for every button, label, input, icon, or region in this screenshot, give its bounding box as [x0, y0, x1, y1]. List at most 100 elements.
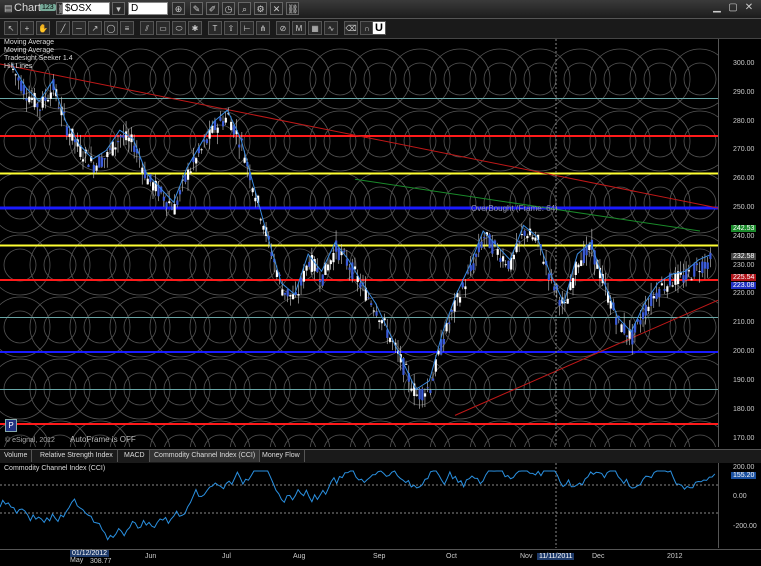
tab-money-flow[interactable]: Money Flow — [258, 450, 305, 462]
circle-tool-icon[interactable]: ◯ — [104, 21, 118, 35]
gann-circle — [644, 434, 676, 447]
gann-circle — [563, 124, 597, 158]
gann-circle — [243, 186, 277, 220]
gann-circle — [669, 110, 718, 172]
overbought-label: OverBought (Frame: 64) — [471, 204, 558, 213]
candle-body — [17, 77, 20, 81]
candle-body — [378, 320, 381, 322]
grid-tool-icon[interactable]: ▦ — [308, 21, 322, 35]
pen-icon[interactable]: ✐ — [206, 2, 219, 15]
price-chart-canvas[interactable] — [0, 39, 718, 447]
hline-tool-icon[interactable]: ─ — [72, 21, 86, 35]
gann-circle — [284, 434, 316, 447]
candle-body — [162, 196, 165, 201]
gann-circle — [603, 62, 637, 96]
fan-tool-icon[interactable]: ⋔ — [256, 21, 270, 35]
cross-icon[interactable]: ✕ — [270, 2, 283, 15]
candle-body — [475, 254, 478, 257]
candle-body — [450, 310, 454, 312]
price-chart[interactable]: P © eSignal, 2012 AutoFrame is OFF OverB… — [0, 39, 718, 447]
maximize-icon[interactable]: ▢ — [728, 2, 738, 14]
candle-body — [38, 109, 42, 111]
candle-body — [426, 387, 429, 389]
gann-circle — [189, 48, 251, 110]
p-button[interactable]: P — [5, 419, 17, 432]
minimize-icon[interactable]: ▁ — [712, 2, 722, 14]
gann-circle — [669, 296, 718, 358]
symbol-menu-icon[interactable]: ▾ — [112, 2, 125, 15]
gann-circle — [403, 248, 437, 282]
candle-body — [504, 264, 507, 266]
candle-body — [302, 270, 305, 282]
crosshair-tool-icon[interactable]: + — [20, 21, 34, 35]
gann-circle — [363, 310, 397, 344]
candle-body — [620, 324, 623, 333]
ray-tool-icon[interactable]: ↗ — [88, 21, 102, 35]
cycle-tool-icon[interactable]: ⊘ — [276, 21, 290, 35]
gann-circle — [429, 48, 491, 110]
gann-circle — [29, 296, 91, 358]
gann-circle — [643, 124, 677, 158]
tab-rsi[interactable]: Relative Strength Index — [36, 450, 118, 462]
interval-menu-icon[interactable]: ⊕ — [172, 2, 185, 15]
candle-body — [380, 320, 384, 324]
interval-input[interactable]: D — [128, 2, 168, 15]
left-month: May — [70, 557, 84, 564]
gann-circle — [563, 62, 597, 96]
candle-body — [87, 164, 90, 168]
gann-circle — [109, 48, 171, 110]
gann-circle — [0, 296, 51, 358]
link-chart-icon[interactable]: ⛓ — [286, 2, 299, 15]
tab-cci[interactable]: Commodity Channel Index (CCI) — [150, 450, 261, 462]
gann-circle — [149, 110, 211, 172]
eraser-tool-icon[interactable]: ⌫ — [344, 21, 358, 35]
settings-icon[interactable]: ⚙ — [254, 2, 267, 15]
wave-tool-icon[interactable]: ∿ — [324, 21, 338, 35]
channel-tool-icon[interactable]: ⫽ — [140, 21, 154, 35]
candle-body — [647, 306, 650, 312]
u-tool-icon[interactable]: U — [372, 21, 386, 35]
text-tool-icon[interactable]: T — [208, 21, 222, 35]
mob-tool-icon[interactable]: M — [292, 21, 306, 35]
gann-circle — [629, 48, 691, 110]
price-axis[interactable]: 300.00 290.00 280.00 270.00 260.00 250.0… — [718, 39, 761, 447]
gann-circle — [309, 48, 371, 110]
ellipse-tool-icon[interactable]: ⬭ — [172, 21, 186, 35]
candle-body — [469, 265, 472, 272]
time-axis[interactable]: 01/12/2012 May 308.77 Jun Jul Aug Sep Oc… — [0, 549, 761, 566]
hand-tool-icon[interactable]: ✋ — [36, 21, 50, 35]
tab-macd[interactable]: MACD — [120, 450, 150, 462]
gann-circle — [43, 186, 77, 220]
pencil-icon[interactable]: ✎ — [190, 2, 203, 15]
gann-circle — [243, 124, 277, 158]
candle-body — [582, 248, 585, 264]
rect-tool-icon[interactable]: ▭ — [156, 21, 170, 35]
gann-circle — [483, 310, 517, 344]
candle-body — [111, 141, 114, 156]
arrow-tool-icon[interactable]: ↖ — [4, 21, 18, 35]
gann-tool-icon[interactable]: ✱ — [188, 21, 202, 35]
candle-body — [359, 282, 362, 288]
candle-body — [195, 158, 198, 164]
line-tool-icon[interactable]: ╱ — [56, 21, 70, 35]
cci-title: Commodity Channel Index (CCI) — [4, 465, 106, 472]
candle-body — [507, 260, 510, 269]
gann-circle — [509, 172, 571, 234]
cci-panel[interactable] — [0, 463, 718, 548]
candle-body — [442, 338, 445, 345]
legend-item: Moving Average — [4, 39, 55, 46]
arrow-up-tool-icon[interactable]: ⇧ — [224, 21, 238, 35]
gann-circle — [109, 172, 171, 234]
clock-icon[interactable]: ◷ — [222, 2, 235, 15]
candle-body — [117, 141, 120, 143]
tab-volume[interactable]: Volume — [0, 450, 33, 462]
window-badge: 123 — [40, 4, 56, 11]
symbol-input[interactable]: $OSX — [62, 2, 110, 15]
zoom-icon[interactable]: ⌕ — [238, 2, 251, 15]
month-label: Dec — [592, 553, 605, 560]
measure-tool-icon[interactable]: ⊢ — [240, 21, 254, 35]
gann-circle — [603, 186, 637, 220]
fib-tool-icon[interactable]: ≡ — [120, 21, 134, 35]
candle-body — [184, 175, 187, 182]
close-icon[interactable]: ✕ — [744, 2, 754, 14]
